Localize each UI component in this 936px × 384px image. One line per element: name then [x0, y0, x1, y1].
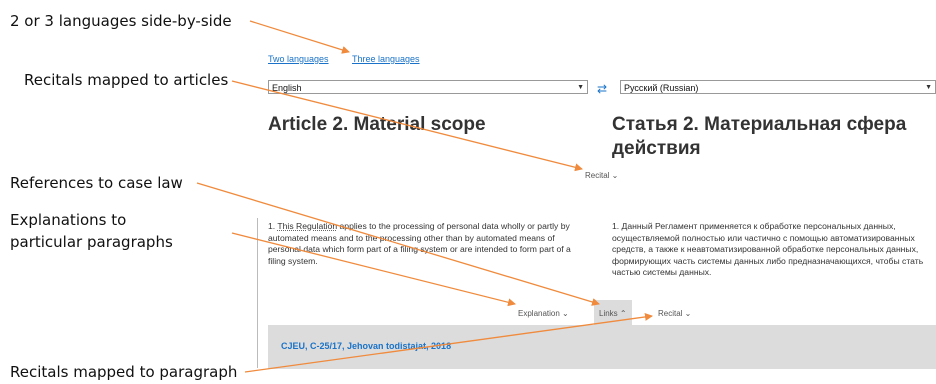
annotation-recitals-articles: Recitals mapped to articles	[24, 71, 229, 89]
two-languages-link[interactable]: Two languages	[268, 54, 329, 64]
swap-arrows-icon[interactable]: ⇄	[597, 83, 607, 95]
article-recital-toggle[interactable]: Recital ⌄	[585, 171, 618, 180]
case-law-link[interactable]: CJEU, C-25/17, Jehovan todistajat, 2018	[281, 341, 451, 351]
caret-down-icon: ▼	[925, 84, 932, 91]
annotation-case-law: References to case law	[10, 174, 183, 192]
tab-recital[interactable]: Recital ⌄	[658, 309, 691, 318]
right-language-select[interactable]: Русский (Russian) ▼	[620, 80, 936, 94]
article-title-ru-2: действия	[612, 138, 701, 159]
arrow-side-by-side	[249, 20, 350, 54]
annotation-explanations-1: Explanations to	[10, 211, 127, 229]
paragraph-en: 1. This Regulation applies to the proces…	[268, 221, 588, 267]
paragraph-en-prefix: 1.	[268, 221, 278, 231]
left-language-select[interactable]: English ▼	[268, 80, 588, 94]
paragraph-divider	[257, 218, 258, 368]
article-title-ru-1: Статья 2. Материальная сфера	[612, 114, 907, 135]
annotation-explanations-2: particular paragraphs	[10, 233, 173, 251]
tab-explanation[interactable]: Explanation ⌄	[518, 309, 569, 318]
annotation-side-by-side: 2 or 3 languages side-by-side	[10, 12, 232, 30]
paragraph-ru: 1. Данный Регламент применяется к обрабо…	[612, 221, 924, 278]
right-language-value: Русский (Russian)	[624, 83, 699, 93]
annotation-recitals-paragraph: Recitals mapped to paragraph	[10, 363, 238, 381]
three-languages-link[interactable]: Three languages	[352, 54, 420, 64]
regulation-term-link[interactable]: This Regulation	[277, 221, 337, 231]
caret-down-icon: ▼	[577, 84, 584, 91]
article-title-en: Article 2. Material scope	[268, 114, 486, 135]
left-language-value: English	[272, 83, 302, 93]
tab-links[interactable]: Links ⌃	[599, 309, 627, 318]
